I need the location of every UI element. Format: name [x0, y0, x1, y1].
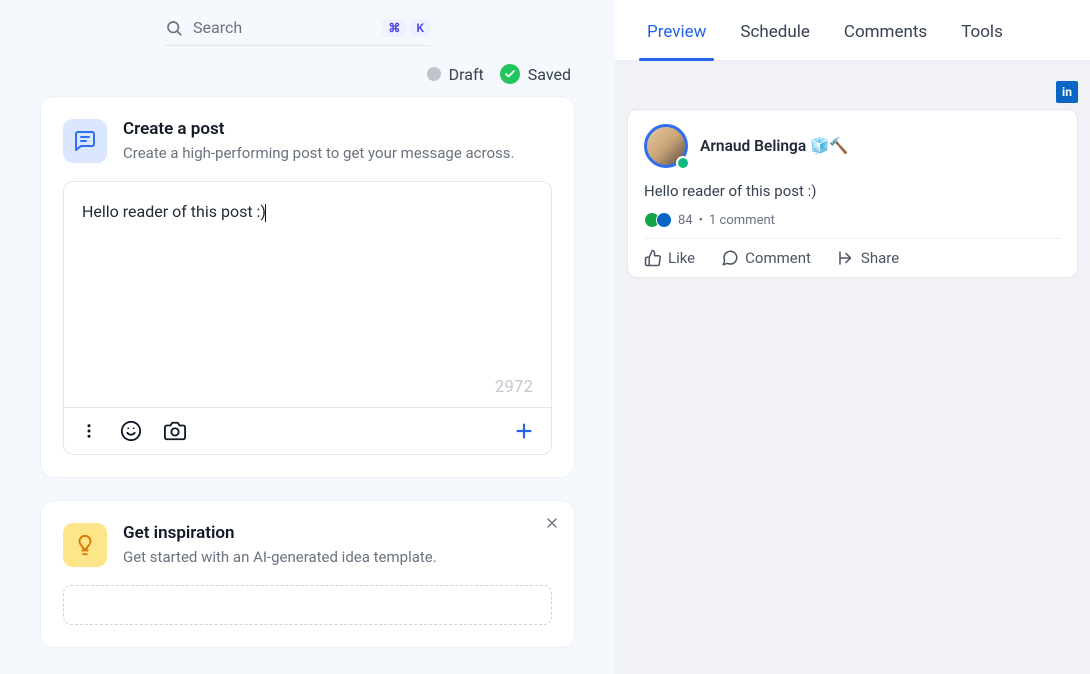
close-inspiration-button[interactable] [544, 515, 560, 535]
post-editor: Hello reader of this post :) 2972 [63, 181, 552, 455]
reaction-icons [644, 212, 672, 228]
engagement-sep: • [699, 213, 703, 228]
post-preview-card: Arnaud Belinga 🧊🔨 Hello reader of this p… [627, 109, 1078, 278]
linkedin-icon: in [1056, 81, 1078, 103]
inspiration-card: Get inspiration Get started with an AI-g… [40, 500, 575, 648]
reaction-like-icon [656, 212, 672, 228]
create-post-text: Create a post Create a high-performing p… [123, 119, 514, 165]
text-caret [265, 204, 266, 222]
create-post-subtitle: Create a high-performing post to get you… [123, 143, 514, 165]
post-editor-textarea[interactable]: Hello reader of this post :) [64, 182, 551, 377]
inspiration-dropzone[interactable] [63, 585, 552, 625]
post-preview-text: Hello reader of this post :) [644, 182, 1061, 200]
status-draft-label: Draft [449, 65, 484, 84]
post-engagement: 84 • 1 comment [644, 212, 1061, 239]
engagement-count: 84 [678, 213, 693, 228]
draft-dot-icon [427, 67, 441, 81]
right-pane: Preview Schedule Comments Tools in Arnau… [615, 0, 1090, 674]
kbd-cmd: ⌘ [382, 19, 406, 37]
inspiration-title: Get inspiration [123, 523, 437, 543]
platform-badge: in [627, 81, 1078, 103]
inspiration-subtitle: Get started with an AI-generated idea te… [123, 547, 437, 569]
post-actions: Like Comment Share [644, 239, 1061, 267]
create-post-title: Create a post [123, 119, 514, 139]
emoji-button[interactable] [120, 420, 142, 442]
post-head: Arnaud Belinga 🧊🔨 [644, 124, 1061, 168]
saved-check-icon [500, 64, 520, 84]
tab-schedule[interactable]: Schedule [740, 22, 809, 60]
inspiration-icon [63, 523, 107, 567]
comment-button[interactable]: Comment [721, 249, 811, 267]
post-editor-content: Hello reader of this post :) [82, 202, 266, 221]
create-post-header: Create a post Create a high-performing p… [63, 119, 552, 165]
preview-tabs: Preview Schedule Comments Tools [615, 0, 1090, 61]
search-shortcut: ⌘ K [382, 19, 430, 37]
more-options-button[interactable] [80, 422, 98, 440]
tab-preview[interactable]: Preview [647, 22, 706, 60]
char-count: 2972 [64, 377, 551, 407]
comment-label: Comment [745, 249, 811, 267]
avatar [644, 124, 688, 168]
create-post-card: Create a post Create a high-performing p… [40, 96, 575, 478]
status-saved: Saved [500, 64, 571, 84]
preview-body: in Arnaud Belinga 🧊🔨 Hello reader of thi… [615, 61, 1090, 674]
status-draft: Draft [427, 65, 484, 84]
search-bar[interactable]: Search ⌘ K [165, 0, 430, 46]
comment-count: 1 comment [709, 213, 775, 228]
search-icon [165, 19, 183, 37]
camera-button[interactable] [164, 420, 186, 442]
left-pane: Search ⌘ K Draft Saved Create a post Cre… [0, 0, 615, 674]
share-button[interactable]: Share [837, 249, 899, 267]
add-button[interactable] [513, 420, 535, 442]
editor-toolbar [64, 407, 551, 454]
status-row: Draft Saved [0, 46, 615, 96]
kbd-k: K [410, 19, 430, 37]
like-button[interactable]: Like [644, 249, 695, 267]
tab-tools[interactable]: Tools [961, 22, 1003, 60]
presence-indicator-icon [676, 156, 690, 170]
like-label: Like [668, 249, 695, 267]
search-placeholder: Search [193, 18, 372, 37]
inspiration-text: Get inspiration Get started with an AI-g… [123, 523, 437, 569]
tab-comments[interactable]: Comments [844, 22, 927, 60]
post-author-name: Arnaud Belinga 🧊🔨 [700, 137, 849, 155]
status-saved-label: Saved [528, 65, 571, 84]
share-label: Share [861, 249, 899, 267]
create-post-icon [63, 119, 107, 163]
inspiration-header: Get inspiration Get started with an AI-g… [63, 523, 552, 569]
